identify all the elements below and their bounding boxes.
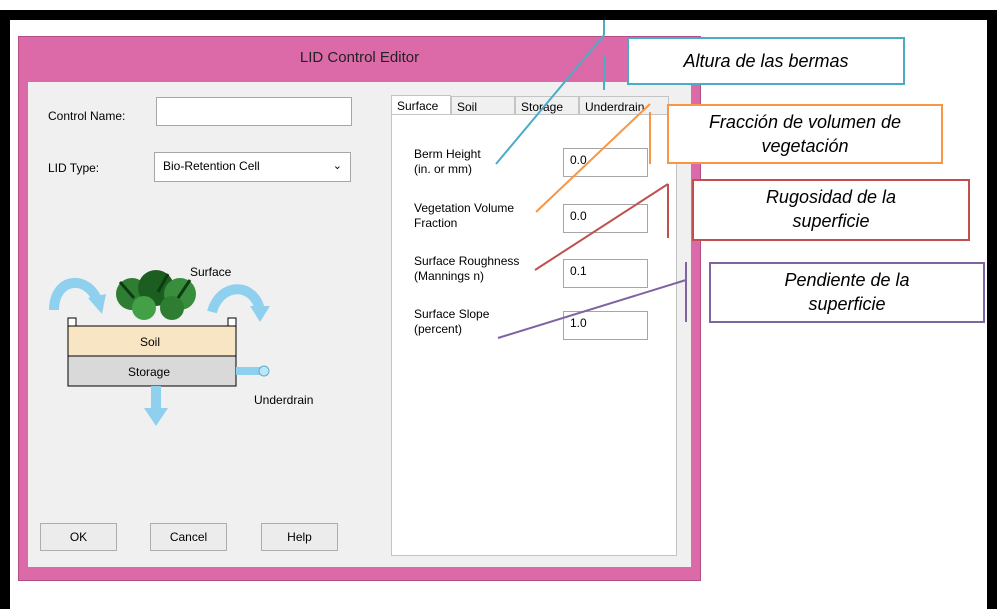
top-caption	[150, 0, 710, 10]
lid-type-select[interactable]: Bio-Retention Cell ⌄	[154, 152, 351, 182]
berm-height-input[interactable]: 0.0	[563, 148, 648, 177]
cancel-button[interactable]: Cancel	[150, 523, 227, 551]
runoff-in-arrow-icon	[49, 278, 103, 311]
surface-roughness-input[interactable]: 0.1	[563, 259, 648, 288]
infiltration-arrowhead-icon	[144, 408, 168, 426]
bio-retention-diagram: Surface Soil Storage Underdrain	[49, 265, 313, 426]
diagram-soil-label: Soil	[140, 335, 160, 349]
berm-height-label: Berm Height (in. or mm)	[414, 147, 481, 176]
surface-slope-input[interactable]: 1.0	[563, 311, 648, 340]
control-name-input[interactable]	[156, 97, 352, 126]
vegetation-volume-fraction-label: Vegetation Volume Fraction	[414, 201, 515, 230]
vegetation-volume-fraction-input[interactable]: 0.0	[563, 204, 648, 233]
callout-surface-slope: Pendiente de la superficie	[709, 262, 985, 323]
chevron-down-icon: ⌄	[332, 160, 342, 172]
lid-control-editor-window: LID Control Editor Control Name: LID Typ…	[18, 36, 701, 581]
lid-type-label: LID Type:	[48, 161, 100, 175]
control-name-label: Control Name:	[48, 109, 126, 123]
help-button[interactable]: Help	[261, 523, 338, 551]
overflow-arrowhead-icon	[250, 306, 270, 322]
diagram-storage-label: Storage	[128, 365, 170, 379]
callout-surface-roughness: Rugosidad de la superficie	[692, 179, 970, 241]
lid-type-selected-value: Bio-Retention Cell	[163, 159, 260, 173]
window-client-area: Control Name: LID Type: Bio-Retention Ce…	[28, 82, 691, 567]
diagram-surface-label: Surface	[190, 265, 232, 279]
berm-left-icon	[67, 317, 77, 327]
diagram-underdrain-label: Underdrain	[254, 393, 313, 407]
surface-slope-label: Surface Slope (percent)	[414, 307, 490, 336]
callout-berm-height: Altura de las bermas	[627, 37, 905, 85]
callout-vegetation-volume-fraction: Fracción de volumen de vegetación	[667, 104, 943, 164]
window-title: LID Control Editor	[299, 49, 420, 66]
berm-right-icon	[227, 317, 237, 327]
surface-roughness-label: Surface Roughness (Mannings n)	[414, 254, 520, 283]
plants-icon	[116, 270, 196, 320]
surface-tab-panel: Berm Height (in. or mm) 0.0 Vegetation V…	[391, 114, 677, 556]
ok-button[interactable]: OK	[40, 523, 117, 551]
